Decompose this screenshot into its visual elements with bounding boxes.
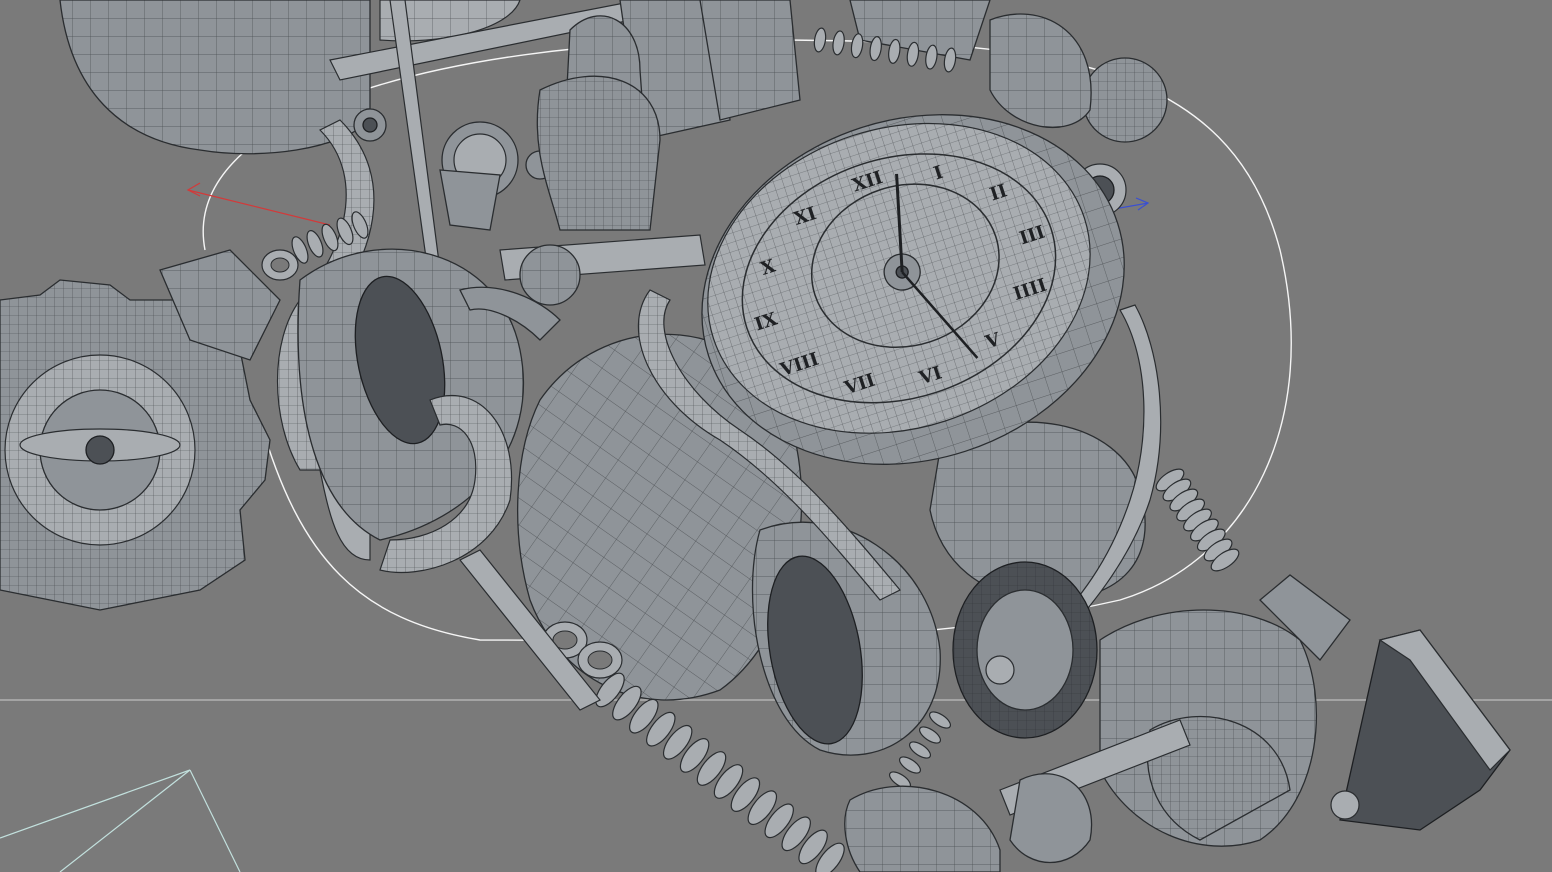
spring-coil [918, 726, 942, 744]
3d-viewport[interactable]: I II III IIII V VI VII VIII IX X XI XII [0, 0, 1552, 872]
spring-coil [832, 30, 845, 56]
left-gear[interactable] [0, 249, 281, 611]
pressure-gauges[interactable] [353, 108, 555, 231]
spring-coil [850, 33, 864, 59]
lower-sprocket[interactable] [952, 561, 1098, 739]
spring-coil [908, 741, 932, 759]
spring-coil [928, 711, 952, 729]
camera-frustum [0, 769, 241, 872]
spring-coil [898, 756, 922, 774]
top-left-drum[interactable] [59, 0, 521, 155]
spring-coil [813, 27, 827, 53]
wireframe-scene[interactable]: IIIIIIIIIIVVIVIIVIIIIXXXIXII [0, 0, 1552, 872]
bottom-right-machinery[interactable] [1099, 574, 1511, 847]
